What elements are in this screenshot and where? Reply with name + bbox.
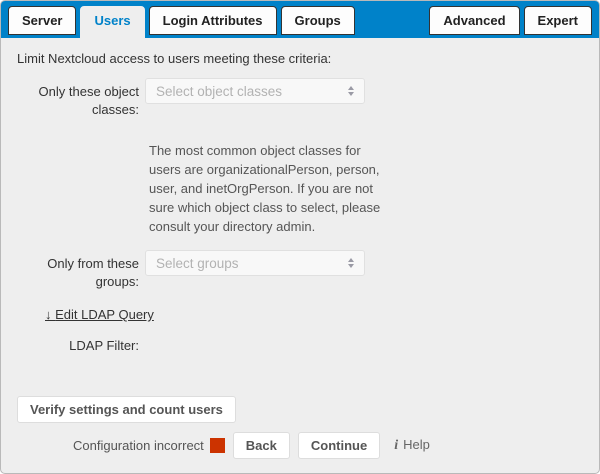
continue-button[interactable]: Continue — [298, 432, 380, 459]
tab-users[interactable]: Users — [80, 6, 144, 38]
down-arrow-icon: ↓ — [45, 307, 52, 322]
back-button[interactable]: Back — [233, 432, 290, 459]
select-arrows-icon — [348, 258, 354, 268]
intro-text: Limit Nextcloud access to users meeting … — [17, 50, 583, 68]
object-classes-label: Only these object classes: — [17, 78, 139, 119]
groups-row: Only from these groups: Select groups — [17, 250, 583, 291]
ldap-wizard-window: Server Users Login Attributes Groups Adv… — [0, 0, 600, 474]
edit-ldap-query-link[interactable]: ↓ Edit LDAP Query — [45, 307, 154, 322]
object-classes-help-text: The most common object classes for users… — [149, 141, 395, 236]
groups-select[interactable]: Select groups — [145, 250, 365, 276]
verify-settings-button[interactable]: Verify settings and count users — [17, 396, 236, 423]
object-classes-row: Only these object classes: Select object… — [17, 78, 583, 119]
status-text: Configuration incorrect — [73, 438, 204, 453]
help-label: Help — [403, 437, 430, 452]
tab-expert[interactable]: Expert — [524, 6, 592, 35]
object-classes-placeholder: Select object classes — [156, 84, 282, 99]
users-tab-panel: Limit Nextcloud access to users meeting … — [1, 38, 599, 473]
help-link[interactable]: i Help — [394, 437, 430, 454]
content-spacer — [17, 355, 583, 396]
groups-label: Only from these groups: — [17, 250, 139, 291]
groups-placeholder: Select groups — [156, 256, 239, 271]
info-icon: i — [394, 438, 398, 454]
ldap-filter-row: LDAP Filter: — [17, 332, 583, 355]
ldap-filter-label: LDAP Filter: — [17, 332, 139, 355]
tab-advanced[interactable]: Advanced — [429, 6, 519, 35]
tab-server[interactable]: Server — [8, 6, 76, 35]
status-indicator — [210, 438, 225, 453]
tab-login-attributes[interactable]: Login Attributes — [149, 6, 277, 35]
select-arrows-icon — [348, 86, 354, 96]
object-classes-select[interactable]: Select object classes — [145, 78, 365, 104]
edit-ldap-query-label: Edit LDAP Query — [55, 307, 154, 322]
wizard-tabbar: Server Users Login Attributes Groups Adv… — [1, 1, 599, 38]
tab-groups[interactable]: Groups — [281, 6, 355, 35]
footer-status-row: Configuration incorrect Back Continue i … — [73, 432, 583, 459]
